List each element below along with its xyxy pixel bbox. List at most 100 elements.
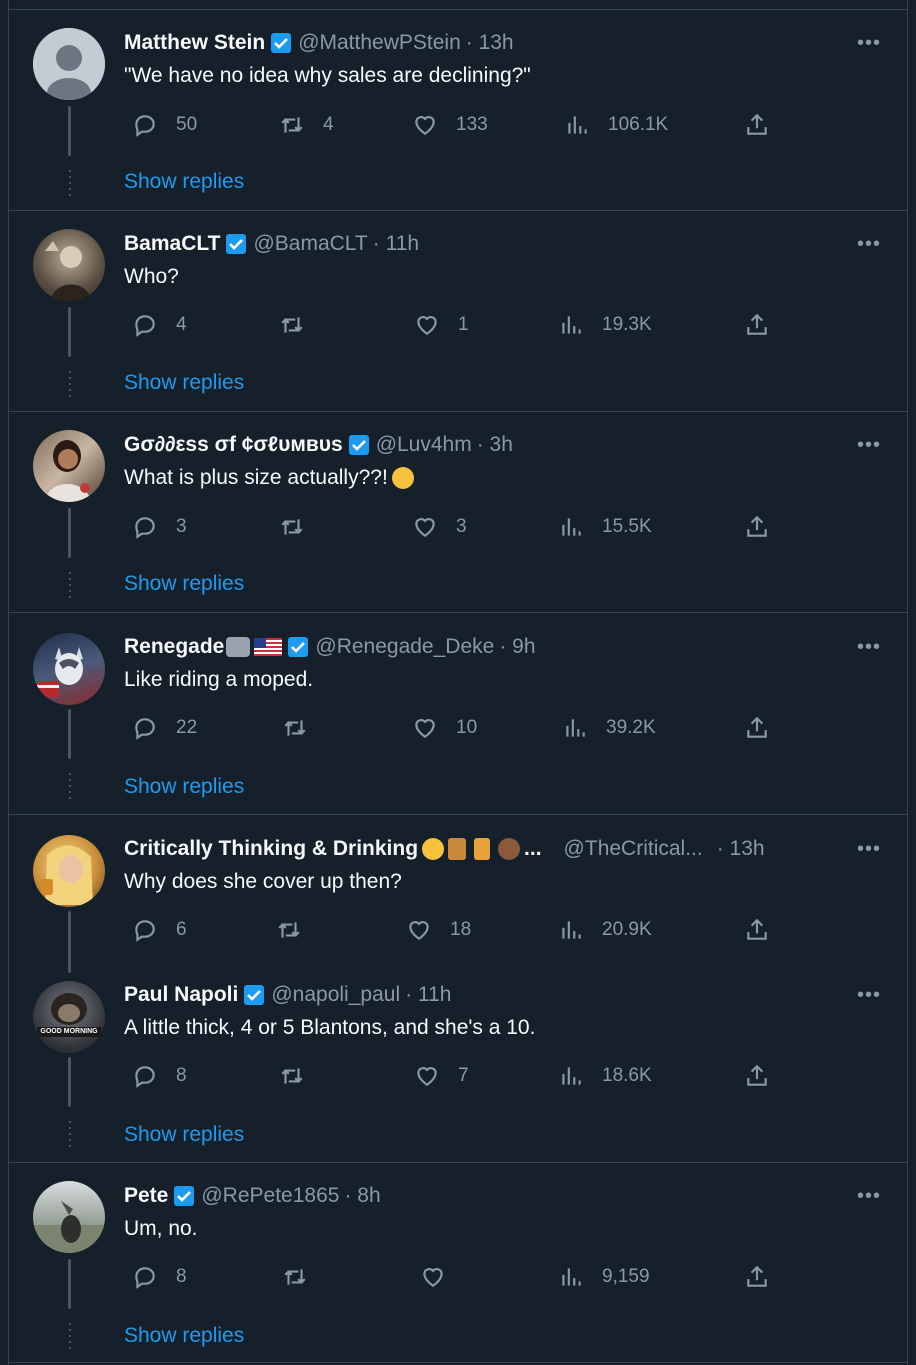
retweet-button[interactable]: [279, 310, 305, 340]
views-button[interactable]: 15.5K: [558, 512, 652, 542]
display-name[interactable]: BamaCLT: [124, 232, 220, 256]
timestamp[interactable]: · 13h: [717, 837, 765, 861]
like-button[interactable]: 18: [406, 915, 471, 945]
verified-badge-icon: [226, 234, 247, 254]
verified-badge-icon: [271, 33, 292, 53]
handle[interactable]: @TheCritical...: [564, 837, 703, 861]
retweet-button[interactable]: [279, 1061, 305, 1091]
show-replies-link[interactable]: Show replies: [124, 1123, 244, 1147]
avatar[interactable]: [33, 1181, 105, 1253]
reply-button[interactable]: 3: [132, 512, 187, 542]
avatar[interactable]: [33, 28, 105, 100]
retweet-button[interactable]: [282, 713, 308, 743]
tweet-header: Renegade @Renegade_Deke · 9h: [124, 632, 867, 662]
divider: [9, 814, 907, 815]
show-replies-link[interactable]: Show replies: [124, 775, 244, 799]
more-icon[interactable]: •••: [857, 985, 881, 1005]
reply-button[interactable]: 8: [132, 1262, 187, 1292]
views-button[interactable]: 20.9K: [558, 915, 652, 945]
handle[interactable]: @Luv4hm: [376, 433, 472, 457]
reply-button[interactable]: 50: [132, 110, 197, 140]
share-button[interactable]: [744, 1061, 770, 1091]
share-button[interactable]: [744, 110, 770, 140]
display-name[interactable]: Renegade: [124, 635, 224, 659]
like-button[interactable]: 133: [412, 110, 488, 140]
avatar[interactable]: [33, 229, 105, 301]
show-replies-link[interactable]: Show replies: [124, 371, 244, 395]
display-name[interactable]: Paul Napoli: [124, 983, 238, 1007]
handle[interactable]: @napoli_paul: [271, 983, 400, 1007]
views-button[interactable]: 9,159: [558, 1262, 650, 1292]
divider: [9, 1162, 907, 1163]
avatar[interactable]: GOOD MORNING: [33, 981, 105, 1053]
share-button[interactable]: [744, 1262, 770, 1292]
reply-button[interactable]: 4: [132, 310, 187, 340]
name-ellipsis: ...: [524, 837, 542, 860]
display-name[interactable]: Gσ∂∂εss σf ¢σℓυмвυs: [124, 433, 343, 457]
display-name[interactable]: Matthew Stein: [124, 31, 265, 55]
verified-badge-icon: [288, 637, 309, 657]
timestamp[interactable]: · 11h: [373, 232, 419, 256]
views-button[interactable]: 39.2K: [562, 713, 656, 743]
retweet-icon: [281, 317, 303, 333]
share-button[interactable]: [744, 512, 770, 542]
more-icon[interactable]: •••: [857, 234, 881, 254]
avatar[interactable]: [33, 835, 105, 907]
like-button[interactable]: 1: [414, 310, 469, 340]
display-name[interactable]: Critically Thinking & Drinking: [124, 837, 418, 861]
retweet-icon: [281, 519, 303, 535]
avatar[interactable]: [33, 430, 105, 502]
reply-count: 50: [176, 114, 198, 135]
retweet-button[interactable]: [276, 915, 302, 945]
thinking-face-emoji-icon: [391, 467, 414, 490]
view-count: 9,159: [602, 1266, 650, 1287]
more-icon[interactable]: •••: [857, 637, 881, 657]
like-count: 133: [456, 114, 488, 135]
like-button[interactable]: 10: [412, 713, 477, 743]
timestamp[interactable]: · 9h: [499, 635, 535, 659]
retweet-button[interactable]: [282, 1262, 308, 1292]
timestamp[interactable]: · 8h: [344, 1184, 380, 1208]
retweet-button[interactable]: 4: [279, 110, 334, 140]
tweet-text: Who?: [124, 265, 179, 288]
share-icon: [747, 918, 767, 940]
views-button[interactable]: 18.6K: [558, 1061, 652, 1091]
more-icon[interactable]: •••: [857, 839, 881, 859]
share-button[interactable]: [744, 310, 770, 340]
views-button[interactable]: 19.3K: [558, 310, 652, 340]
handle[interactable]: @MatthewPStein: [298, 31, 461, 55]
thinking-face-emoji-icon: [422, 838, 445, 860]
handle[interactable]: @BamaCLT: [253, 232, 367, 256]
more-icon[interactable]: •••: [857, 435, 881, 455]
share-button[interactable]: [744, 915, 770, 945]
view-count: 15.5K: [602, 516, 652, 537]
handle[interactable]: @Renegade_Deke: [315, 635, 494, 659]
cocktail-emoji-icon: [474, 838, 491, 860]
husky-flag-image: [37, 647, 83, 697]
share-button[interactable]: [744, 713, 770, 743]
display-name[interactable]: Pete: [124, 1184, 168, 1208]
share-icon: [747, 1265, 767, 1287]
views-button[interactable]: 106.1K: [564, 110, 668, 140]
more-icon[interactable]: •••: [857, 1186, 881, 1206]
retweet-button[interactable]: [279, 512, 305, 542]
more-icon[interactable]: •••: [857, 33, 881, 53]
reply-button[interactable]: 6: [132, 915, 187, 945]
timestamp[interactable]: · 3h: [477, 433, 513, 457]
like-button[interactable]: 7: [414, 1061, 469, 1091]
like-button[interactable]: 3: [412, 512, 467, 542]
timestamp[interactable]: · 11h: [405, 983, 451, 1007]
like-button[interactable]: [420, 1262, 446, 1292]
show-replies-link[interactable]: Show replies: [124, 1324, 244, 1348]
heart-icon: [409, 921, 429, 940]
show-replies-link[interactable]: Show replies: [124, 170, 244, 194]
show-replies-link[interactable]: Show replies: [124, 572, 244, 596]
like-count: 10: [456, 717, 478, 738]
reply-button[interactable]: 22: [132, 713, 197, 743]
reply-button[interactable]: 8: [132, 1061, 187, 1091]
default-avatar-icon: [33, 28, 105, 100]
handle[interactable]: @RePete1865: [201, 1184, 339, 1208]
avatar[interactable]: [33, 633, 105, 705]
timestamp[interactable]: · 13h: [466, 31, 514, 55]
views-icon: [562, 1067, 581, 1085]
